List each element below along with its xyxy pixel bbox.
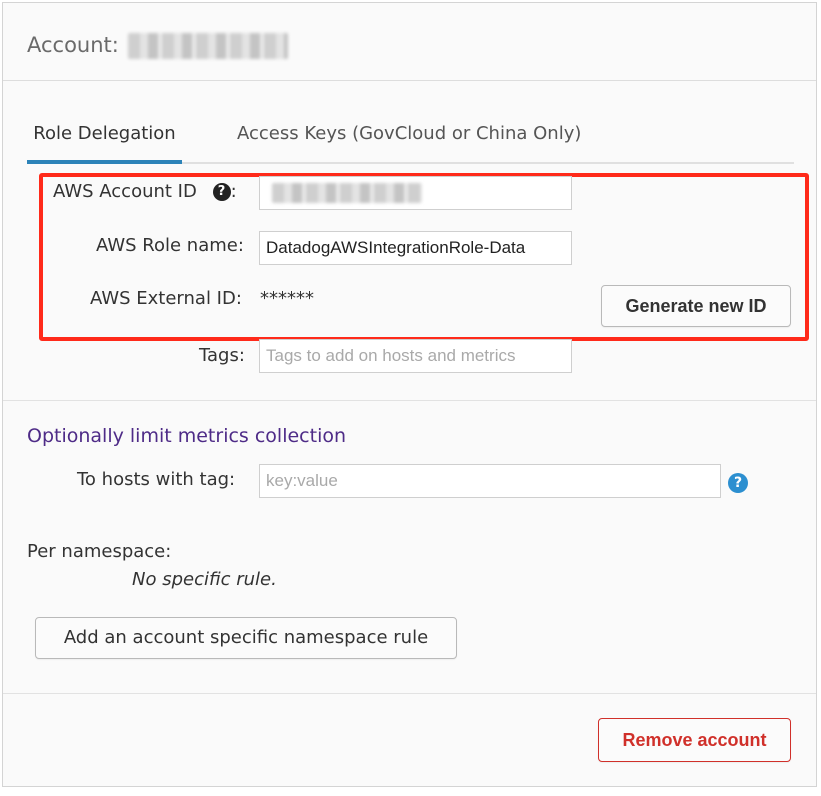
hosts-with-tag-label: To hosts with tag:: [77, 469, 236, 490]
aws-account-panel: Account: Role Delegation Access Keys (Go…: [2, 2, 817, 787]
aws-external-id-value: ******: [260, 288, 314, 309]
generate-new-id-button[interactable]: Generate new ID: [601, 285, 791, 327]
aws-account-id-label-group: AWS Account ID ?:: [53, 181, 237, 202]
no-rule-text: No specific rule.: [132, 569, 277, 590]
aws-account-id-colon: :: [230, 181, 237, 202]
account-label: Account:: [27, 33, 119, 57]
section-divider: [3, 400, 816, 401]
add-namespace-rule-button[interactable]: Add an account specific namespace rule: [35, 617, 457, 659]
question-circle-icon[interactable]: ?: [728, 473, 748, 493]
aws-account-id-label: AWS Account ID: [53, 181, 197, 202]
tags-label: Tags:: [199, 345, 245, 366]
tab-bar: Role Delegation Access Keys (GovCloud or…: [27, 113, 794, 164]
question-circle-icon[interactable]: ?: [212, 183, 231, 201]
remove-account-button[interactable]: Remove account: [598, 718, 791, 762]
aws-role-name-input[interactable]: DatadogAWSIntegrationRole-Data: [259, 231, 572, 265]
account-name-redacted: [128, 33, 288, 59]
aws-role-name-label: AWS Role name:: [96, 235, 244, 256]
tags-input[interactable]: Tags to add on hosts and metrics: [259, 339, 572, 373]
tab-role-delegation[interactable]: Role Delegation: [27, 123, 182, 164]
account-header: Account:: [3, 3, 816, 81]
account-id-redacted: [272, 183, 422, 203]
hosts-tag-input[interactable]: key:value: [259, 464, 721, 498]
aws-external-id-label: AWS External ID:: [90, 288, 242, 309]
aws-account-id-input[interactable]: [259, 176, 572, 210]
footer-divider: [3, 693, 816, 694]
tab-access-keys[interactable]: Access Keys (GovCloud or China Only): [237, 123, 581, 144]
limit-metrics-title: Optionally limit metrics collection: [27, 425, 347, 447]
per-namespace-label: Per namespace:: [27, 541, 172, 562]
